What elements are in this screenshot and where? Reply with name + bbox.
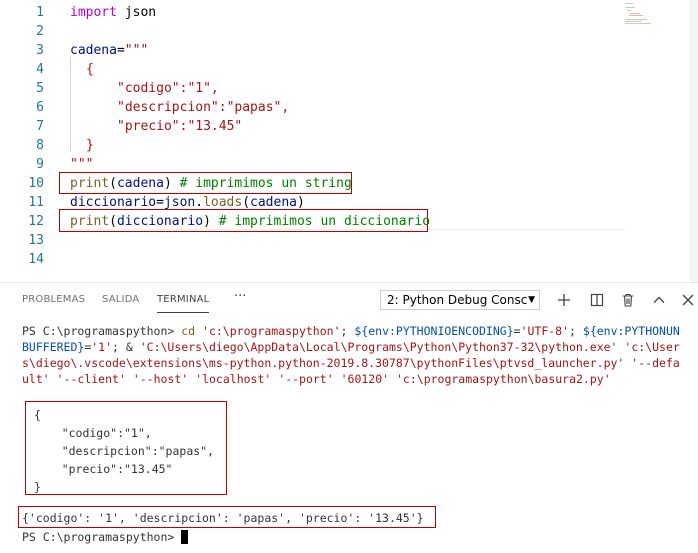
code-line-4[interactable]: 4 { (0, 60, 698, 79)
code-editor[interactable]: 1 import json 2 3 cadena=""" 4 { 5 "codi… (0, 0, 698, 282)
plus-icon[interactable] (555, 291, 573, 309)
tab-output[interactable]: SALIDA (102, 294, 139, 305)
code-line-7[interactable]: 7 "precio":"13.45" (0, 117, 698, 136)
code-text: { (86, 62, 94, 77)
code-text: } (86, 138, 94, 153)
terminal-cursor (181, 530, 188, 544)
annotation-box (59, 209, 428, 232)
trash-icon[interactable] (619, 291, 637, 309)
code-text: "precio":"13.45" (117, 119, 243, 134)
line-number: 13 (28, 233, 44, 248)
line-number: 14 (28, 252, 44, 267)
chevron-up-icon[interactable] (650, 291, 668, 309)
tab-terminal[interactable]: TERMINAL (157, 294, 210, 313)
line-number: 2 (36, 24, 44, 39)
editor-scrollbar[interactable] (690, 0, 698, 282)
terminal-line: PS C:\programaspython> cd 'c:\programasp… (22, 324, 680, 338)
code-line-13[interactable]: 13 (0, 231, 698, 250)
code-line-3[interactable]: 3 cadena=""" (0, 41, 698, 60)
terminal-line: s\diego\.vscode\extensions\ms-python.pyt… (22, 356, 680, 370)
terminal-line: ult' '--client' '--host' 'localhost' '--… (22, 372, 611, 386)
line-number: 5 (36, 81, 44, 96)
annotation-box (18, 506, 436, 528)
line-number: 6 (36, 100, 44, 115)
code-text: "descripcion":"papas", (117, 100, 290, 115)
minimap[interactable] (622, 2, 662, 30)
terminal-select[interactable]: 2: Python Debug Consc ▼ (380, 290, 540, 310)
tab-problems[interactable]: PROBLEMAS (22, 294, 85, 305)
line-number: 9 (36, 157, 44, 172)
line-number: 4 (36, 62, 44, 77)
line-number: 12 (28, 214, 44, 229)
terminal-line: BUFFERED}='1'; & 'C:\Users\diego\AppData… (22, 340, 680, 354)
code-line-2[interactable]: 2 (0, 22, 698, 41)
code-line-1[interactable]: 1 import json (0, 3, 698, 22)
split-icon[interactable] (588, 291, 606, 309)
dropdown-arrow-icon: ▼ (528, 295, 535, 305)
code-line-5[interactable]: 5 "codigo":"1", (0, 79, 698, 98)
code-line-6[interactable]: 6 "descripcion":"papas", (0, 98, 698, 117)
code-text: "codigo":"1", (117, 81, 219, 96)
line-number: 3 (36, 43, 44, 58)
terminal-select-value: 2: Python Debug Consc (387, 293, 528, 307)
line-number: 1 (36, 5, 44, 20)
line-number: 11 (28, 195, 44, 210)
final-prompt: PS C:\programaspython> (22, 530, 175, 544)
annotation-box (25, 401, 227, 495)
code-text: cadena=""" (70, 43, 149, 58)
bottom-panel: PROBLEMAS SALIDA TERMINAL ··· 2: Python … (0, 282, 698, 553)
code-line-8[interactable]: 8 } (0, 136, 698, 155)
line-number: 10 (28, 176, 44, 191)
line-number: 8 (36, 138, 44, 153)
line-number: 7 (36, 119, 44, 134)
annotation-box (59, 172, 352, 194)
code-text: import json (70, 5, 157, 20)
more-actions-icon[interactable]: ··· (234, 289, 246, 304)
code-line-14[interactable]: 14 (0, 250, 698, 269)
close-icon[interactable] (679, 291, 697, 309)
